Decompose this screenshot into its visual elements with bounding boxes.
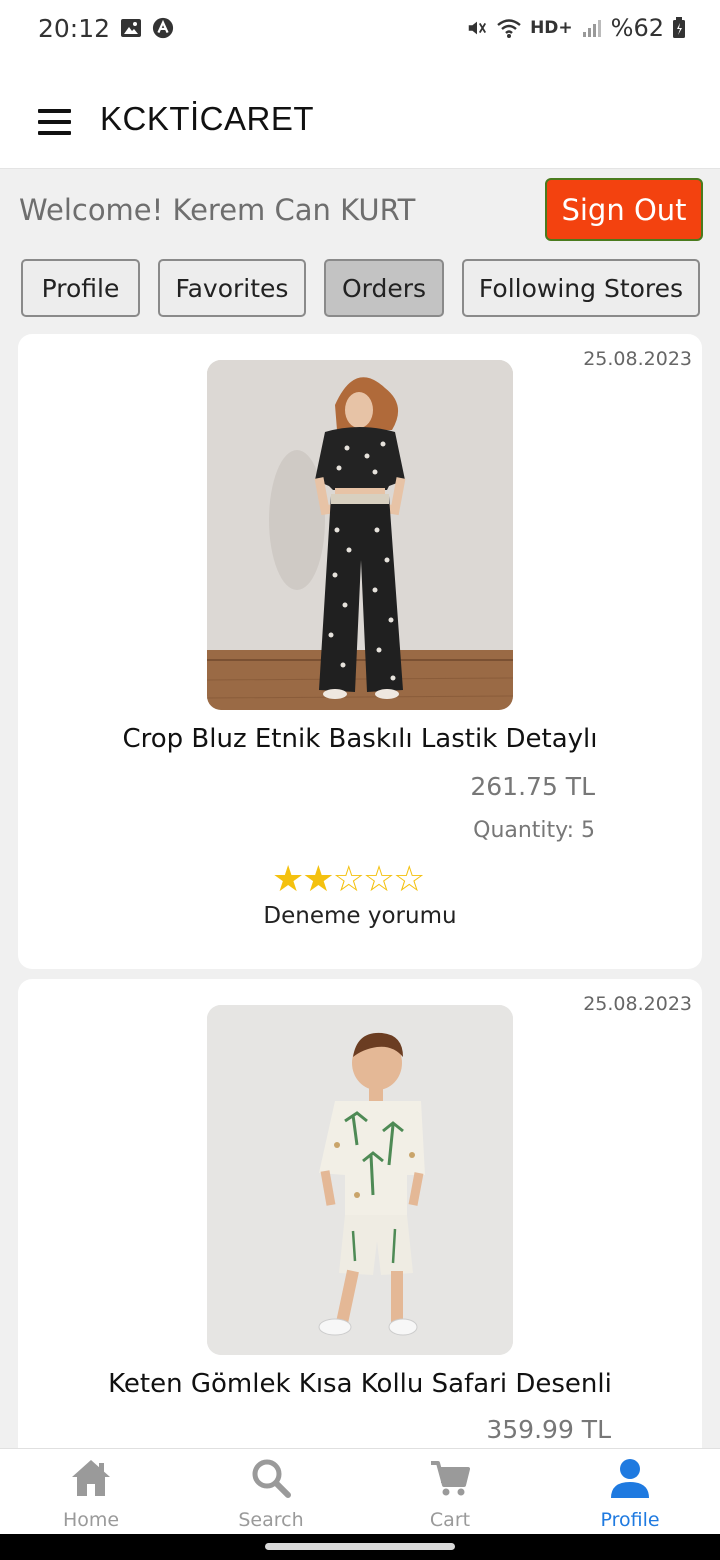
order-date: 25.08.2023 (583, 348, 692, 370)
product-name: Keten Gömlek Kısa Kollu Safari Desenli (108, 1369, 612, 1399)
wifi-icon (497, 19, 521, 38)
status-bar: 20:12 HD+ %62 (0, 0, 720, 56)
nav-profile-label: Profile (600, 1509, 660, 1531)
product-image[interactable] (207, 1005, 513, 1355)
order-card[interactable]: 25.08.2023 (18, 334, 702, 969)
product-photo-boy (207, 1005, 513, 1355)
network-type: HD+ (530, 18, 573, 38)
sign-out-button[interactable]: Sign Out (545, 178, 703, 241)
app-title: KCKTİCARET (100, 100, 315, 137)
cart-icon (431, 1461, 470, 1496)
nav-cart-label: Cart (429, 1509, 471, 1531)
status-left: 20:12 (38, 14, 174, 43)
app-notification-icon (152, 17, 174, 39)
nav-home-label: Home (62, 1509, 120, 1531)
tab-orders[interactable]: Orders (324, 259, 444, 317)
star-filled-icon[interactable]: ★ (302, 859, 334, 900)
battery-percent: %62 (610, 14, 664, 42)
tab-favorites[interactable]: Favorites (158, 259, 306, 317)
tab-following-stores[interactable]: Following Stores (462, 259, 700, 317)
signal-icon (582, 20, 601, 37)
nav-search-label: Search (238, 1509, 304, 1531)
product-image[interactable] (207, 360, 513, 710)
nav-cart[interactable]: Cart (360, 1449, 540, 1535)
product-quantity: Quantity: 5 (473, 818, 595, 843)
star-empty-icon[interactable]: ☆ (363, 859, 395, 900)
bottom-navigation: Home Search Cart Profile (0, 1448, 720, 1534)
status-time: 20:12 (38, 13, 111, 43)
nav-profile[interactable]: Profile (540, 1449, 720, 1535)
product-photo-woman (207, 360, 513, 710)
nav-home[interactable]: Home (1, 1449, 181, 1535)
nav-search[interactable]: Search (181, 1449, 361, 1535)
status-right: HD+ %62 (466, 14, 686, 42)
order-date: 25.08.2023 (583, 993, 692, 1015)
home-gesture-handle[interactable] (265, 1543, 455, 1550)
menu-icon[interactable] (38, 109, 71, 135)
star-empty-icon[interactable]: ☆ (393, 859, 425, 900)
system-gesture-bar (0, 1534, 720, 1560)
app-bar: KCKTİCARET (0, 56, 720, 169)
mute-icon (468, 21, 487, 35)
welcome-text: Welcome! Kerem Can KURT (19, 193, 416, 227)
star-empty-icon[interactable]: ☆ (333, 859, 365, 900)
battery-icon (673, 17, 685, 38)
tab-profile[interactable]: Profile (21, 259, 140, 317)
image-notification-icon (121, 19, 142, 37)
star-rating[interactable]: ★★☆☆☆ (272, 859, 425, 900)
product-name: Crop Bluz Etnik Baskılı Lastik Detaylı (122, 724, 598, 754)
order-card[interactable]: 25.08.2023 (18, 979, 702, 1499)
person-icon (611, 1459, 649, 1498)
star-filled-icon[interactable]: ★ (272, 859, 304, 900)
home-icon (72, 1460, 110, 1496)
review-text: Deneme yorumu (263, 903, 457, 929)
search-icon (252, 1459, 291, 1498)
product-price: 261.75 TL (470, 772, 595, 801)
product-price: 359.99 TL (486, 1415, 611, 1444)
